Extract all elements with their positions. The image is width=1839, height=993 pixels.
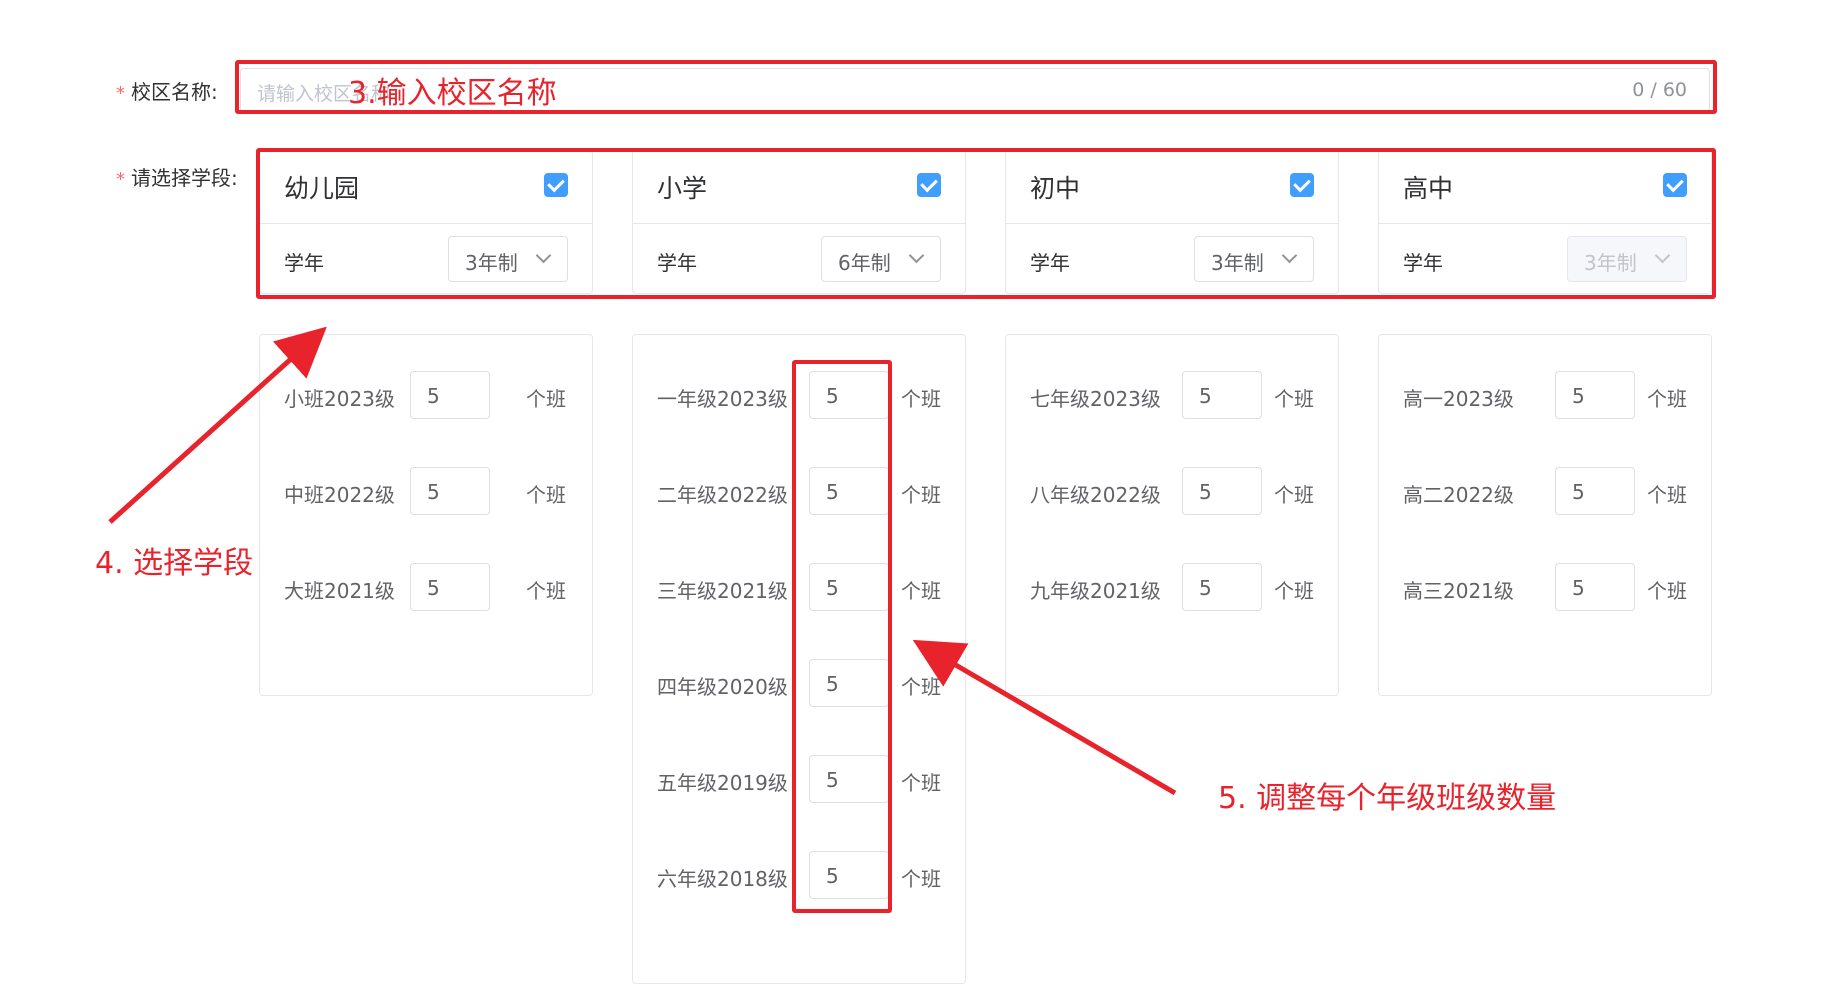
annotation-step5: 5. 调整每个年级班级数量: [1218, 781, 1557, 816]
annotation-arrows: [108, 326, 1177, 796]
arrow-step5: [912, 639, 1177, 796]
annotation-step4: 4. 选择学段: [95, 546, 254, 581]
arrow-step4: [108, 326, 327, 524]
